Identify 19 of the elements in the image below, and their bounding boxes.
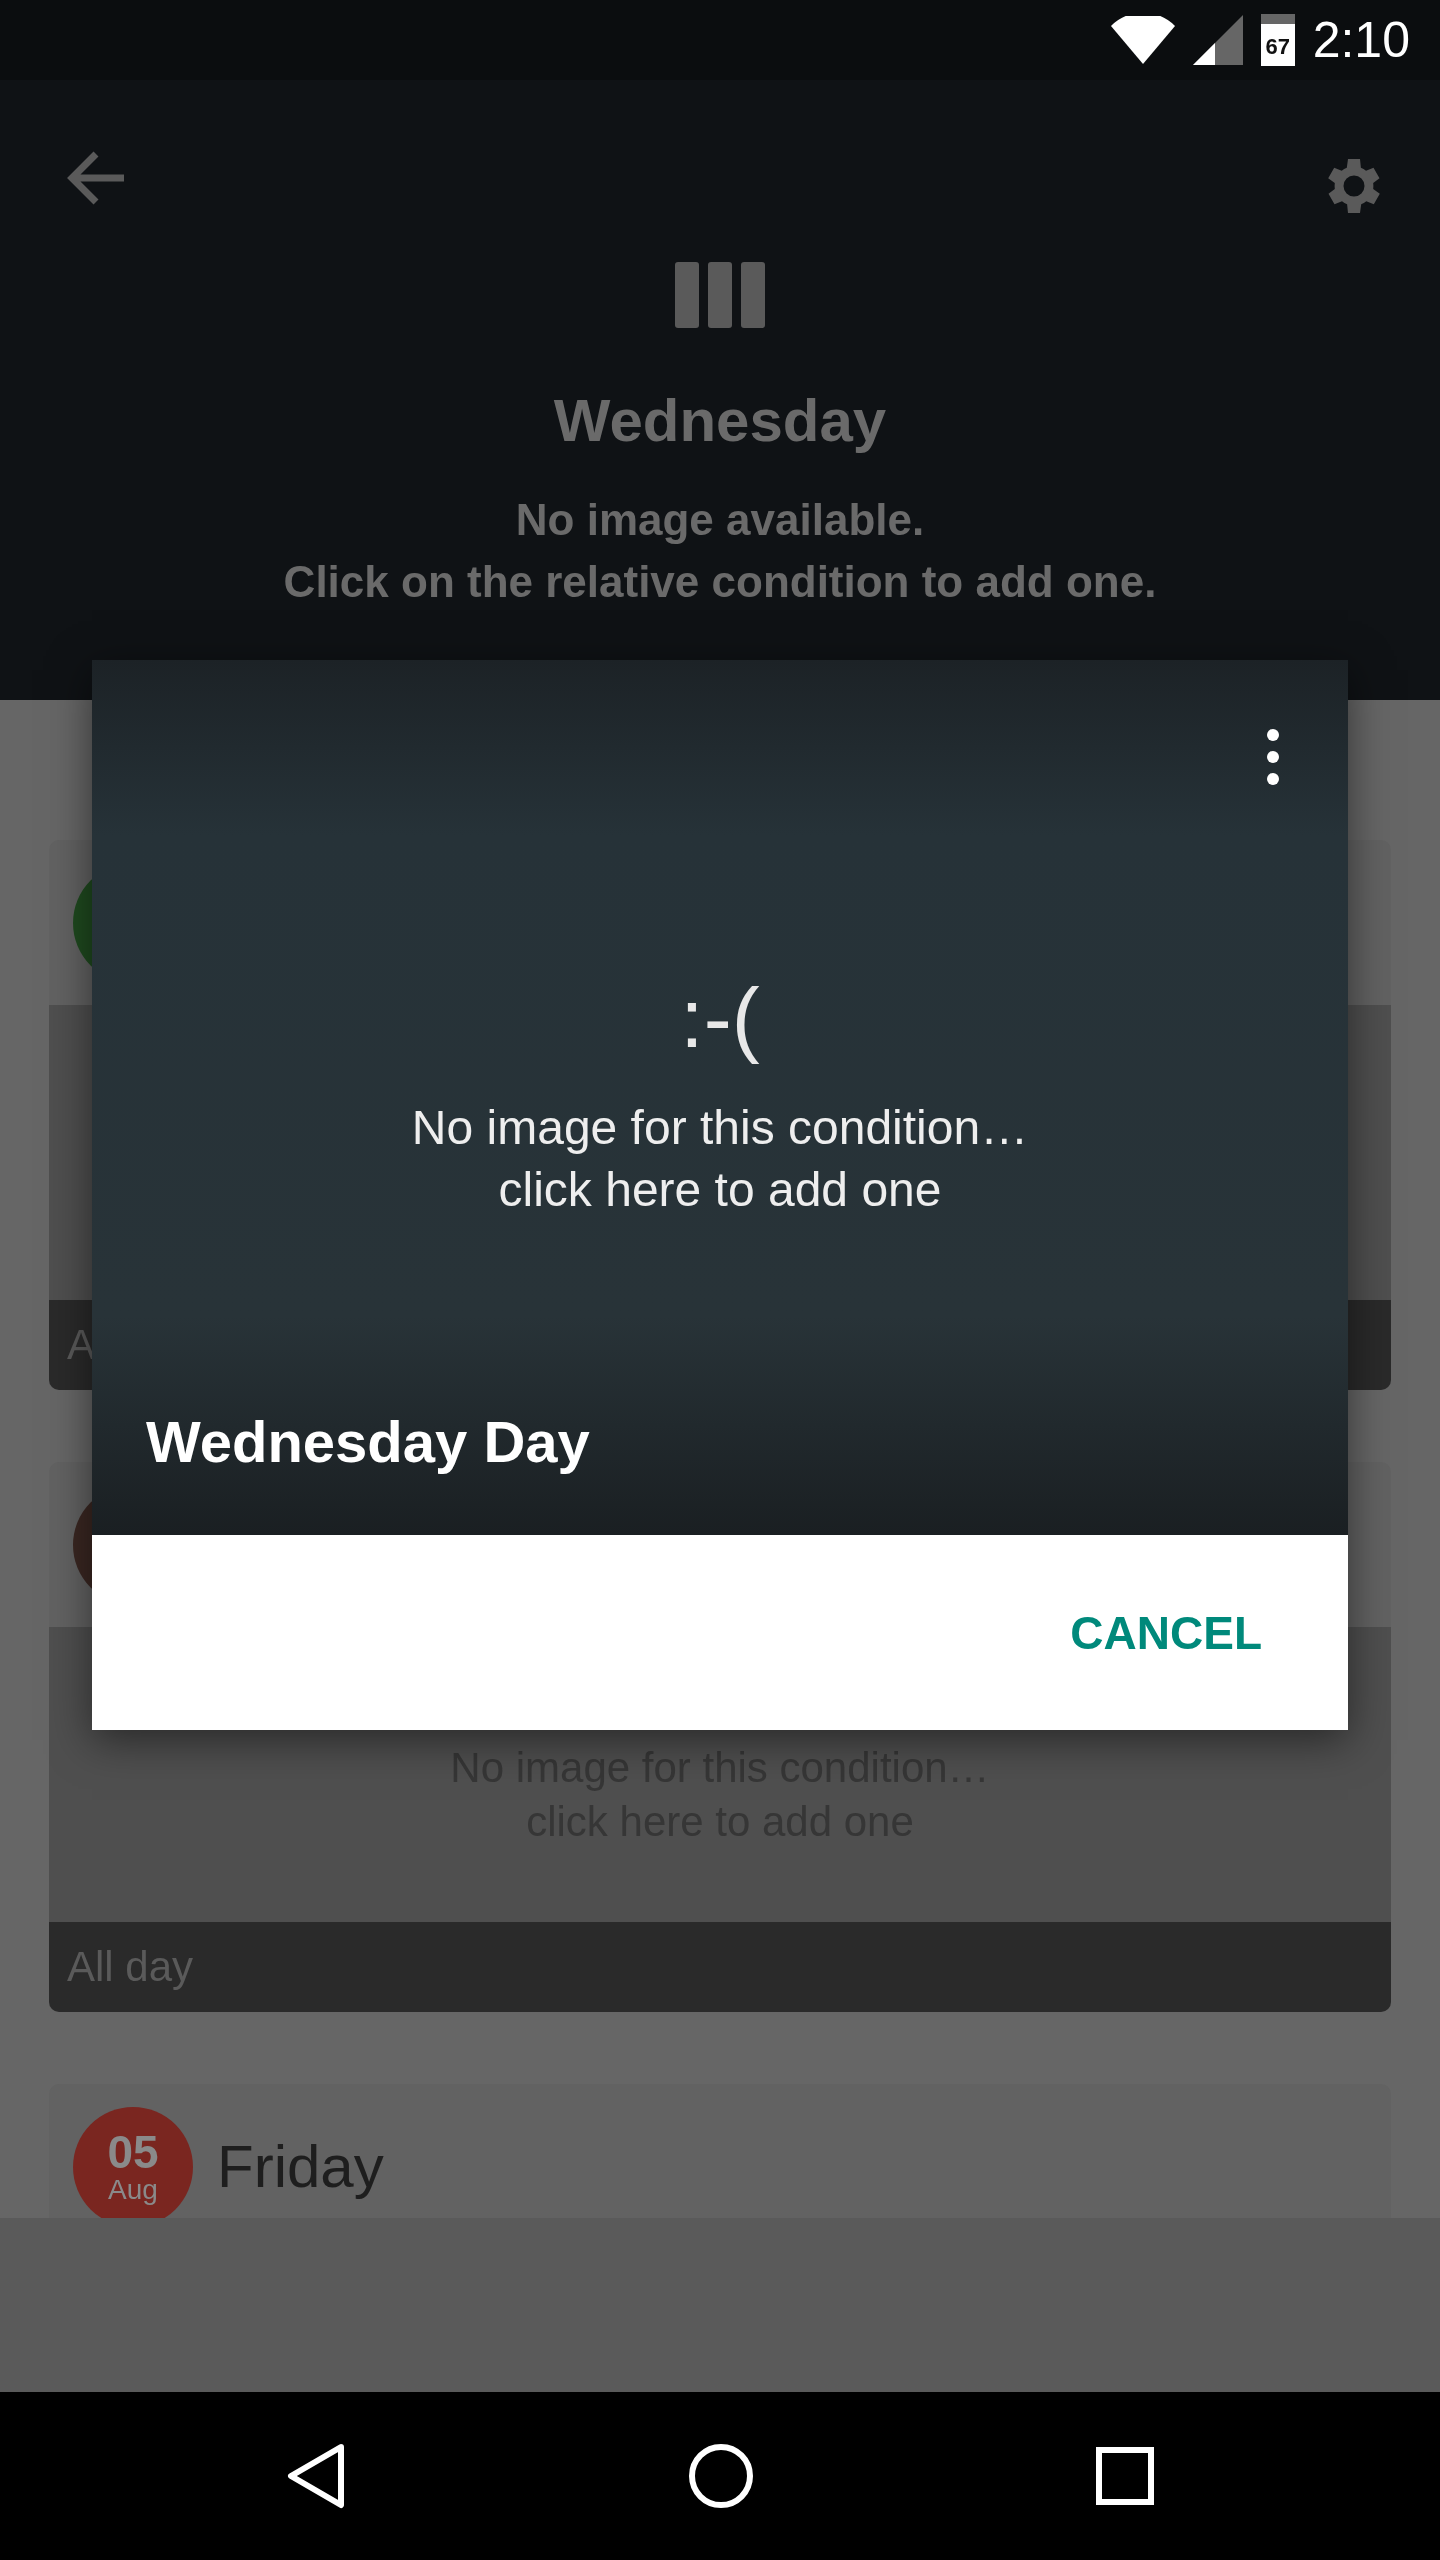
back-arrow-icon[interactable] [66,150,126,206]
date-day: 05 [107,2128,159,2175]
columns-icon [675,262,765,328]
home-icon[interactable] [688,2443,754,2509]
more-options-icon[interactable] [1266,728,1280,786]
no-image-message: No image available. Click on the relative condition to add one. [283,494,1157,608]
battery-level: 67 [1265,34,1290,60]
add-image-prompt[interactable]: No image for this condition… click here to add one [411,1097,1029,1221]
date-month: Aug [108,2174,158,2205]
weekday-label: Friday [217,2132,384,2201]
signal-icon [1192,15,1243,65]
wifi-icon [1110,16,1175,64]
cancel-button[interactable]: CANCEL [1054,1595,1278,1670]
back-icon[interactable] [286,2443,346,2509]
sad-face-emoticon: :-( [680,970,760,1067]
day-card[interactable]: 05 Aug Friday [49,2084,1391,2218]
clock: 2:10 [1312,11,1410,69]
recents-icon[interactable] [1096,2447,1154,2505]
day-title: Wednesday [553,386,887,455]
